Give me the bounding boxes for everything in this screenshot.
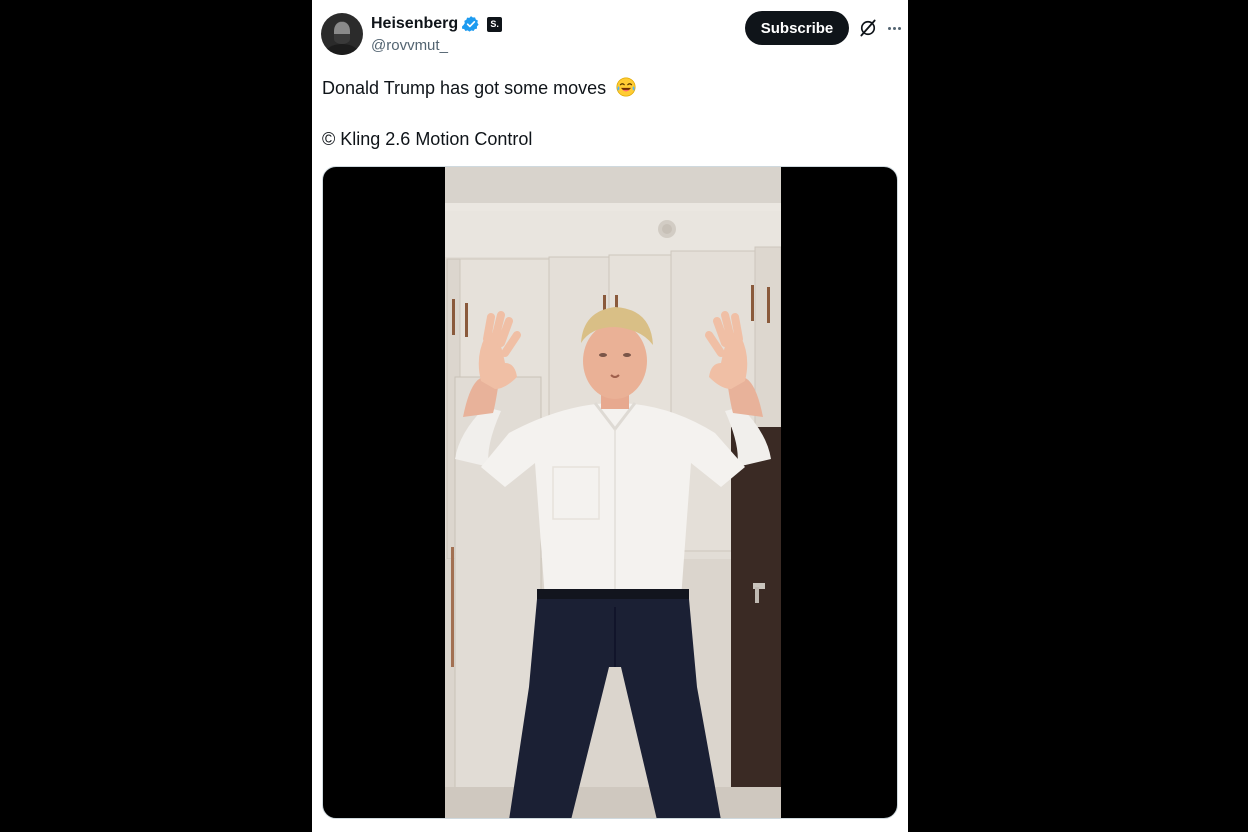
author-handle[interactable]: @rovvmut_ xyxy=(371,37,448,54)
author-display-name[interactable]: Heisenberg xyxy=(371,15,458,33)
tweet-card: Heisenberg S. @rovvmut_ Subscribe Donald… xyxy=(312,0,908,832)
screen: Heisenberg S. @rovvmut_ Subscribe Donald… xyxy=(0,0,1248,832)
tweet-text: Donald Trump has got some moves xyxy=(322,78,607,98)
tweet-text-line-1: Donald Trump has got some moves xyxy=(322,76,637,99)
tweet-text-line-2: © Kling 2.6 Motion Control xyxy=(322,129,533,149)
verified-badge-icon xyxy=(462,16,479,32)
subscribe-button[interactable]: Subscribe xyxy=(745,11,849,45)
avatar[interactable] xyxy=(321,13,363,55)
video-player[interactable] xyxy=(322,166,898,819)
video-still xyxy=(445,167,781,818)
grok-icon[interactable] xyxy=(858,18,878,38)
author-name-row: Heisenberg S. xyxy=(371,14,503,34)
face-with-tears-of-joy-icon xyxy=(616,77,636,97)
subscriber-badge: S. xyxy=(487,16,503,32)
video-frame[interactable] xyxy=(445,167,781,818)
more-options-icon[interactable] xyxy=(886,18,902,38)
